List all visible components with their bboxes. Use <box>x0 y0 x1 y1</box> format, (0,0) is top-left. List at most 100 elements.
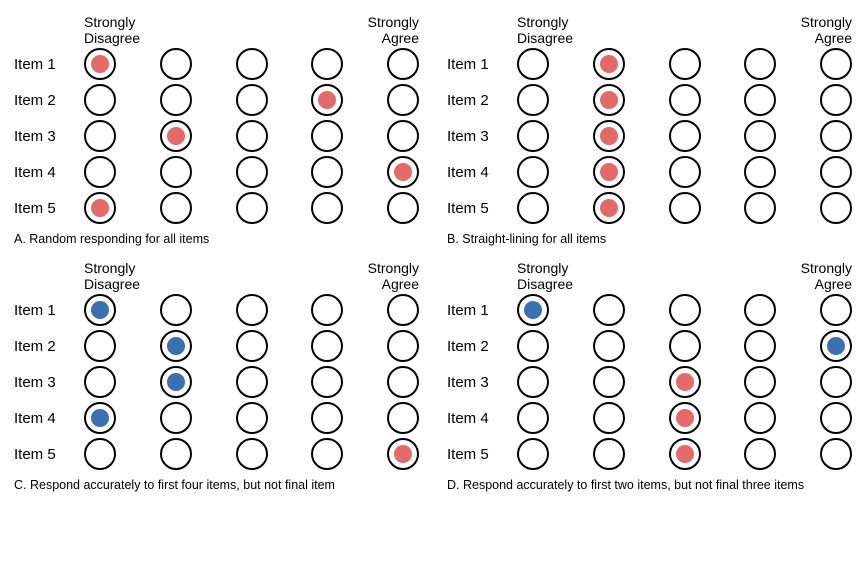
likert-bubble[interactable] <box>236 366 268 398</box>
likert-bubble[interactable] <box>311 366 343 398</box>
likert-bubble[interactable] <box>84 294 116 326</box>
likert-bubble[interactable] <box>517 402 549 434</box>
likert-bubble[interactable] <box>744 48 776 80</box>
likert-bubble[interactable] <box>160 366 192 398</box>
likert-bubble[interactable] <box>820 156 852 188</box>
likert-bubble[interactable] <box>517 192 549 224</box>
likert-bubble[interactable] <box>669 192 701 224</box>
likert-bubble[interactable] <box>84 156 116 188</box>
likert-bubble[interactable] <box>311 48 343 80</box>
likert-bubble[interactable] <box>387 366 419 398</box>
likert-bubble[interactable] <box>160 156 192 188</box>
likert-bubble[interactable] <box>160 120 192 152</box>
likert-bubble[interactable] <box>160 48 192 80</box>
likert-bubble[interactable] <box>236 402 268 434</box>
likert-bubble[interactable] <box>387 438 419 470</box>
likert-bubble[interactable] <box>517 48 549 80</box>
likert-bubble[interactable] <box>517 120 549 152</box>
likert-bubble[interactable] <box>84 120 116 152</box>
likert-bubble[interactable] <box>744 192 776 224</box>
likert-bubble[interactable] <box>744 330 776 362</box>
likert-bubble[interactable] <box>160 330 192 362</box>
likert-bubble[interactable] <box>236 156 268 188</box>
likert-bubble[interactable] <box>744 366 776 398</box>
likert-bubble[interactable] <box>669 294 701 326</box>
likert-bubble[interactable] <box>820 402 852 434</box>
likert-bubble[interactable] <box>593 366 625 398</box>
likert-bubble[interactable] <box>669 120 701 152</box>
likert-bubble[interactable] <box>236 294 268 326</box>
likert-bubble[interactable] <box>820 192 852 224</box>
likert-bubble[interactable] <box>593 156 625 188</box>
likert-bubble[interactable] <box>669 84 701 116</box>
likert-bubble[interactable] <box>744 156 776 188</box>
likert-bubble[interactable] <box>517 294 549 326</box>
likert-bubble[interactable] <box>820 84 852 116</box>
likert-bubble[interactable] <box>84 438 116 470</box>
likert-bubble[interactable] <box>236 84 268 116</box>
likert-bubble[interactable] <box>236 120 268 152</box>
likert-bubble[interactable] <box>160 294 192 326</box>
likert-bubble[interactable] <box>84 48 116 80</box>
likert-bubble[interactable] <box>593 330 625 362</box>
likert-bubble[interactable] <box>669 366 701 398</box>
likert-bubble[interactable] <box>744 120 776 152</box>
likert-bubble[interactable] <box>160 84 192 116</box>
likert-bubble[interactable] <box>236 192 268 224</box>
likert-bubble[interactable] <box>387 48 419 80</box>
likert-bubble[interactable] <box>593 192 625 224</box>
likert-bubble[interactable] <box>311 438 343 470</box>
likert-bubble[interactable] <box>593 438 625 470</box>
likert-bubble[interactable] <box>820 48 852 80</box>
likert-bubble[interactable] <box>311 192 343 224</box>
likert-bubble[interactable] <box>387 192 419 224</box>
likert-bubble[interactable] <box>387 402 419 434</box>
likert-bubble[interactable] <box>160 438 192 470</box>
likert-bubble[interactable] <box>387 294 419 326</box>
likert-bubble[interactable] <box>820 438 852 470</box>
likert-bubble[interactable] <box>387 156 419 188</box>
likert-bubble[interactable] <box>160 192 192 224</box>
likert-bubble[interactable] <box>669 438 701 470</box>
likert-bubble[interactable] <box>387 84 419 116</box>
likert-bubble[interactable] <box>744 84 776 116</box>
likert-bubble[interactable] <box>84 330 116 362</box>
likert-bubble[interactable] <box>669 156 701 188</box>
likert-bubble[interactable] <box>744 402 776 434</box>
likert-bubble[interactable] <box>820 294 852 326</box>
likert-bubble[interactable] <box>84 402 116 434</box>
likert-bubble[interactable] <box>744 294 776 326</box>
likert-bubble[interactable] <box>744 438 776 470</box>
likert-bubble[interactable] <box>517 84 549 116</box>
likert-bubble[interactable] <box>236 330 268 362</box>
likert-bubble[interactable] <box>311 156 343 188</box>
likert-bubble[interactable] <box>517 366 549 398</box>
likert-bubble[interactable] <box>669 330 701 362</box>
likert-bubble[interactable] <box>387 330 419 362</box>
likert-bubble[interactable] <box>84 84 116 116</box>
likert-bubble[interactable] <box>593 120 625 152</box>
likert-bubble[interactable] <box>236 48 268 80</box>
likert-bubble[interactable] <box>517 438 549 470</box>
likert-bubble[interactable] <box>387 120 419 152</box>
likert-bubble[interactable] <box>593 402 625 434</box>
likert-bubble[interactable] <box>311 402 343 434</box>
likert-bubble[interactable] <box>820 330 852 362</box>
likert-bubble[interactable] <box>311 330 343 362</box>
likert-bubble[interactable] <box>84 192 116 224</box>
likert-bubble[interactable] <box>593 294 625 326</box>
likert-bubble[interactable] <box>236 438 268 470</box>
likert-bubble[interactable] <box>311 120 343 152</box>
likert-bubble[interactable] <box>820 366 852 398</box>
likert-bubble[interactable] <box>311 84 343 116</box>
likert-bubble[interactable] <box>160 402 192 434</box>
likert-bubble[interactable] <box>669 48 701 80</box>
likert-bubble[interactable] <box>669 402 701 434</box>
likert-bubble[interactable] <box>311 294 343 326</box>
likert-bubble[interactable] <box>517 330 549 362</box>
likert-bubble[interactable] <box>820 120 852 152</box>
likert-bubble[interactable] <box>517 156 549 188</box>
likert-bubble[interactable] <box>593 48 625 80</box>
likert-bubble[interactable] <box>84 366 116 398</box>
likert-bubble[interactable] <box>593 84 625 116</box>
